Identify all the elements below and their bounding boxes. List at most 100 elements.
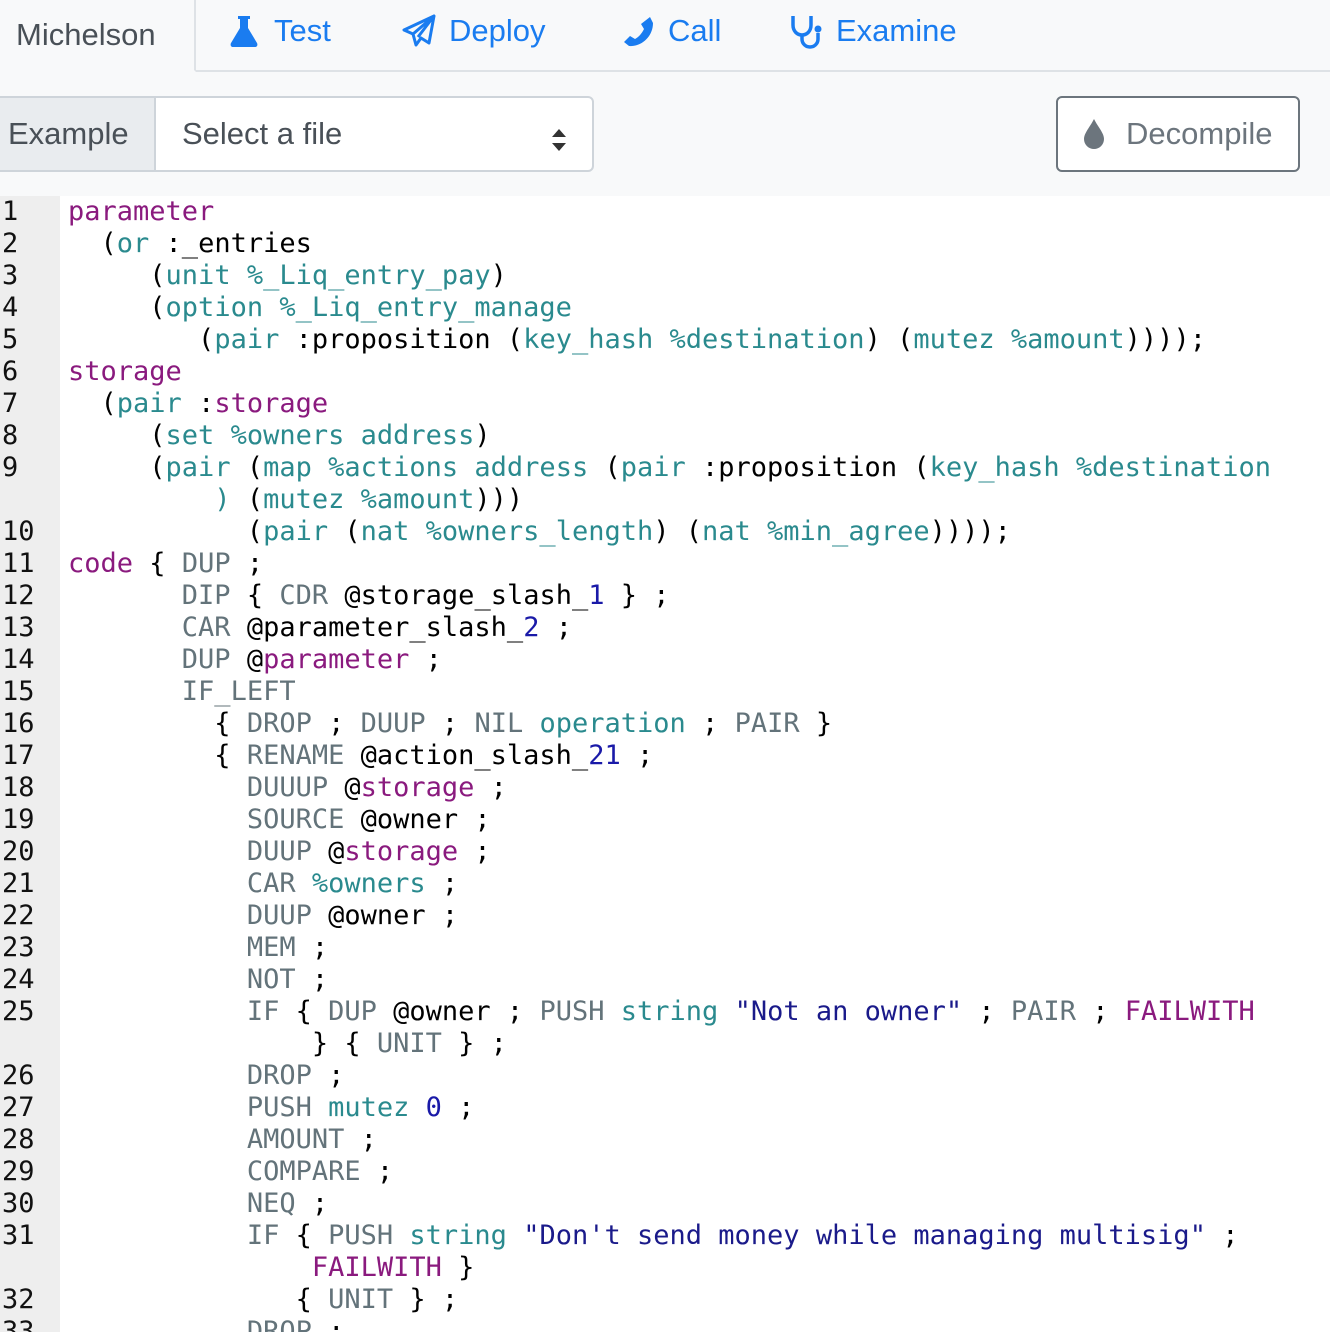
code-line[interactable]: 3 (unit %_Liq_entry_pay)	[0, 260, 1330, 292]
line-number: 7	[2, 388, 19, 419]
code-text: ) (mutez %amount)))	[60, 484, 1330, 516]
line-number: 9	[2, 452, 19, 483]
code-token: ;	[441, 1092, 475, 1123]
code-line[interactable]: 28 AMOUNT ;	[0, 1124, 1330, 1156]
code-token: DUUP	[246, 836, 312, 867]
code-token: {	[68, 740, 247, 771]
code-editor[interactable]: 1 parameter 2 (or :_entries 3 (unit %_Liq_e…	[0, 196, 1330, 1332]
code-line[interactable]: 8 (set %owners address)	[0, 420, 1330, 452]
code-line[interactable]: 33 DROP ;	[0, 1316, 1330, 1332]
line-number: 30	[2, 1188, 35, 1219]
code-token: ;	[295, 1188, 329, 1219]
line-number: 22	[2, 900, 35, 931]
code-token: PUSH	[539, 996, 605, 1027]
code-line[interactable]: 22 DUUP @owner ;	[0, 900, 1330, 932]
code-token: storage	[360, 772, 475, 803]
code-token: ;	[1075, 996, 1125, 1027]
code-line[interactable]: 32 { UNIT } ;	[0, 1284, 1330, 1316]
code-line[interactable]: 15 IF_LEFT	[0, 676, 1330, 708]
line-number: 33	[2, 1316, 35, 1332]
tab-call[interactable]: Call	[620, 0, 721, 62]
code-line[interactable]: } { UNIT } ;	[0, 1028, 1330, 1060]
code-token: )))	[474, 484, 524, 515]
code-token: IF_LEFT	[181, 676, 296, 707]
tab-test[interactable]: Test	[226, 0, 331, 62]
code-line[interactable]: 26 DROP ;	[0, 1060, 1330, 1092]
code-token: (	[68, 292, 166, 323]
code-line[interactable]: 14 DUP @parameter ;	[0, 644, 1330, 676]
code-token: IF	[246, 1220, 280, 1251]
code-line[interactable]: 11 code { DUP ;	[0, 548, 1330, 580]
code-line[interactable]: 9 (pair (map %actions address (pair :pro…	[0, 452, 1330, 484]
code-token: ;	[425, 868, 459, 899]
code-token: DUUUP	[246, 772, 329, 803]
code-line[interactable]: 16 { DROP ; DUUP ; NIL operation ; PAIR …	[0, 708, 1330, 740]
code-token: :	[181, 388, 215, 419]
code-line[interactable]: 10 (pair (nat %owners_length) (nat %min_…	[0, 516, 1330, 548]
line-number: 8	[2, 420, 19, 451]
decompile-label: Decompile	[1126, 116, 1273, 151]
code-line[interactable]: 23 MEM ;	[0, 932, 1330, 964]
code-token: :proposition (	[279, 324, 524, 355]
code-line[interactable]: 2 (or :_entries	[0, 228, 1330, 260]
code-token: parameter	[263, 644, 410, 675]
code-token: string	[620, 996, 719, 1027]
code-text: (pair :proposition (key_hash %destinatio…	[60, 324, 1330, 356]
tab-michelson[interactable]: Michelson	[0, 0, 196, 72]
code-line[interactable]: 20 DUUP @storage ;	[0, 836, 1330, 868]
code-line[interactable]: 29 COMPARE ;	[0, 1156, 1330, 1188]
tab-deploy[interactable]: Deploy	[401, 0, 546, 62]
decompile-button[interactable]: Decompile	[1056, 96, 1300, 172]
code-line[interactable]: 13 CAR @parameter_slash_2 ;	[0, 612, 1330, 644]
code-token: DUUP	[246, 900, 312, 931]
line-number: 31	[2, 1220, 35, 1251]
code-line[interactable]: 19 SOURCE @owner ;	[0, 804, 1330, 836]
file-select-value: Select a file	[182, 116, 343, 151]
code-token: 21	[588, 740, 621, 771]
code-line[interactable]: 5 (pair :proposition (key_hash %destinat…	[0, 324, 1330, 356]
code-line[interactable]: 27 PUSH mutez 0 ;	[0, 1092, 1330, 1124]
code-line[interactable]: ) (mutez %amount)))	[0, 484, 1330, 516]
code-line[interactable]: 6 storage	[0, 356, 1330, 388]
code-line[interactable]: 4 (option %_Liq_entry_manage	[0, 292, 1330, 324]
code-line[interactable]: 18 DUUUP @storage ;	[0, 772, 1330, 804]
code-line[interactable]: FAILWITH }	[0, 1252, 1330, 1284]
code-token: (	[246, 484, 264, 515]
code-token: {	[68, 708, 247, 739]
file-select[interactable]: Select a file	[154, 96, 594, 172]
code-token: 2	[523, 612, 540, 643]
paper-plane-icon	[401, 13, 437, 49]
code-token: PUSH	[328, 1220, 394, 1251]
code-token: storage	[344, 836, 459, 867]
code-line[interactable]: 12 DIP { CDR @storage_slash_1 } ;	[0, 580, 1330, 612]
code-token: map %actions address	[263, 452, 589, 483]
tab-examine-label: Examine	[836, 13, 957, 48]
code-line[interactable]: 1 parameter	[0, 196, 1330, 228]
code-line[interactable]: 31 IF { PUSH string "Don't send money wh…	[0, 1220, 1330, 1252]
code-token: :_entries	[149, 228, 312, 259]
code-line[interactable]: 7 (pair :storage	[0, 388, 1330, 420]
code-token: ;	[409, 644, 442, 675]
code-line[interactable]: 21 CAR %owners ;	[0, 868, 1330, 900]
code-line[interactable]: 24 NOT ;	[0, 964, 1330, 996]
line-number: 24	[2, 964, 35, 995]
code-text: } { UNIT } ;	[60, 1028, 1330, 1060]
code-token: DUP	[328, 996, 377, 1027]
code-token: pair	[620, 452, 686, 483]
code-token: CDR	[279, 580, 329, 611]
tab-examine[interactable]: Examine	[788, 0, 957, 62]
code-line[interactable]: 30 NEQ ;	[0, 1188, 1330, 1220]
code-token: }	[441, 1252, 475, 1283]
code-token: key_hash %destination	[929, 452, 1271, 483]
code-line[interactable]: 17 { RENAME @action_slash_21 ;	[0, 740, 1330, 772]
code-line[interactable]: 25 IF { DUP @owner ; PUSH string "Not an…	[0, 996, 1330, 1028]
line-number: 23	[2, 932, 35, 963]
